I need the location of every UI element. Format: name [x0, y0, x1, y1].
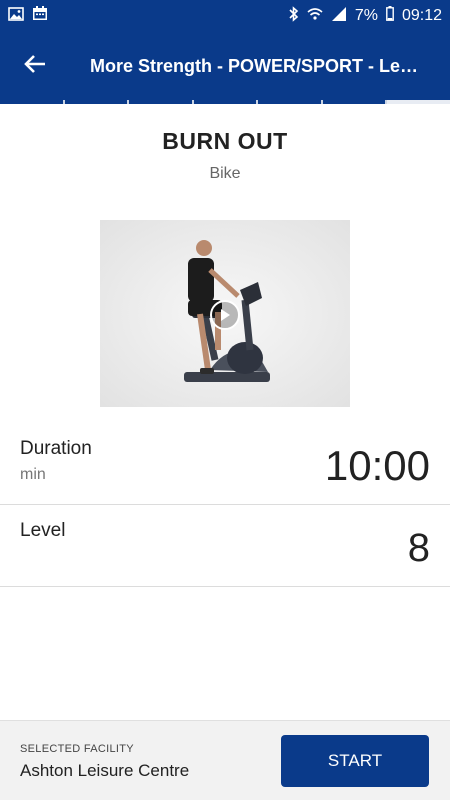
exercise-equipment: Bike — [209, 165, 241, 182]
exercise-video-thumbnail[interactable] — [100, 220, 350, 407]
app-bar: More Strength - POWER/SPORT - Level 1 — [0, 32, 450, 100]
start-button[interactable]: START — [281, 735, 429, 787]
exercise-header: BURN OUT Bike — [0, 128, 450, 183]
clock-time: 09:12 — [401, 7, 442, 24]
status-right: 7% 09:12 — [289, 5, 442, 27]
exercise-title: BURN OUT — [162, 128, 288, 154]
image-icon — [8, 6, 24, 26]
progress-segment — [193, 100, 259, 104]
progress-segment — [258, 100, 323, 104]
level-row: Level 8 — [0, 520, 450, 586]
arrow-left-icon — [24, 54, 46, 79]
wifi-icon — [307, 7, 323, 26]
progress-segment — [0, 100, 65, 104]
footer-bar: SELECTED FACILITY Ashton Leisure Centre … — [0, 720, 450, 800]
calendar-icon — [32, 6, 48, 26]
back-button[interactable] — [0, 32, 70, 100]
status-left — [8, 6, 48, 26]
workout-progress-bar — [0, 100, 450, 106]
progress-segment — [64, 100, 130, 104]
status-bar: 7% 09:12 — [0, 0, 450, 32]
selected-facility-name: Ashton Leisure Centre — [20, 761, 190, 780]
selected-facility-label: SELECTED FACILITY — [20, 743, 134, 755]
progress-segment — [387, 100, 450, 104]
divider — [0, 504, 450, 505]
divider — [0, 586, 450, 587]
play-icon[interactable] — [210, 300, 240, 330]
level-label: Level — [20, 520, 66, 541]
level-value: 8 — [407, 526, 430, 570]
signal-icon — [331, 6, 347, 26]
progress-segment — [129, 100, 194, 104]
battery-icon — [386, 6, 394, 26]
progress-segment — [322, 100, 388, 104]
battery-level: 7% — [354, 7, 378, 24]
bluetooth-icon — [289, 5, 299, 27]
duration-row: Duration min 10:00 — [0, 438, 450, 504]
page-title: More Strength - POWER/SPORT - Level 1 — [90, 55, 420, 76]
duration-value: 10:00 — [324, 442, 430, 489]
